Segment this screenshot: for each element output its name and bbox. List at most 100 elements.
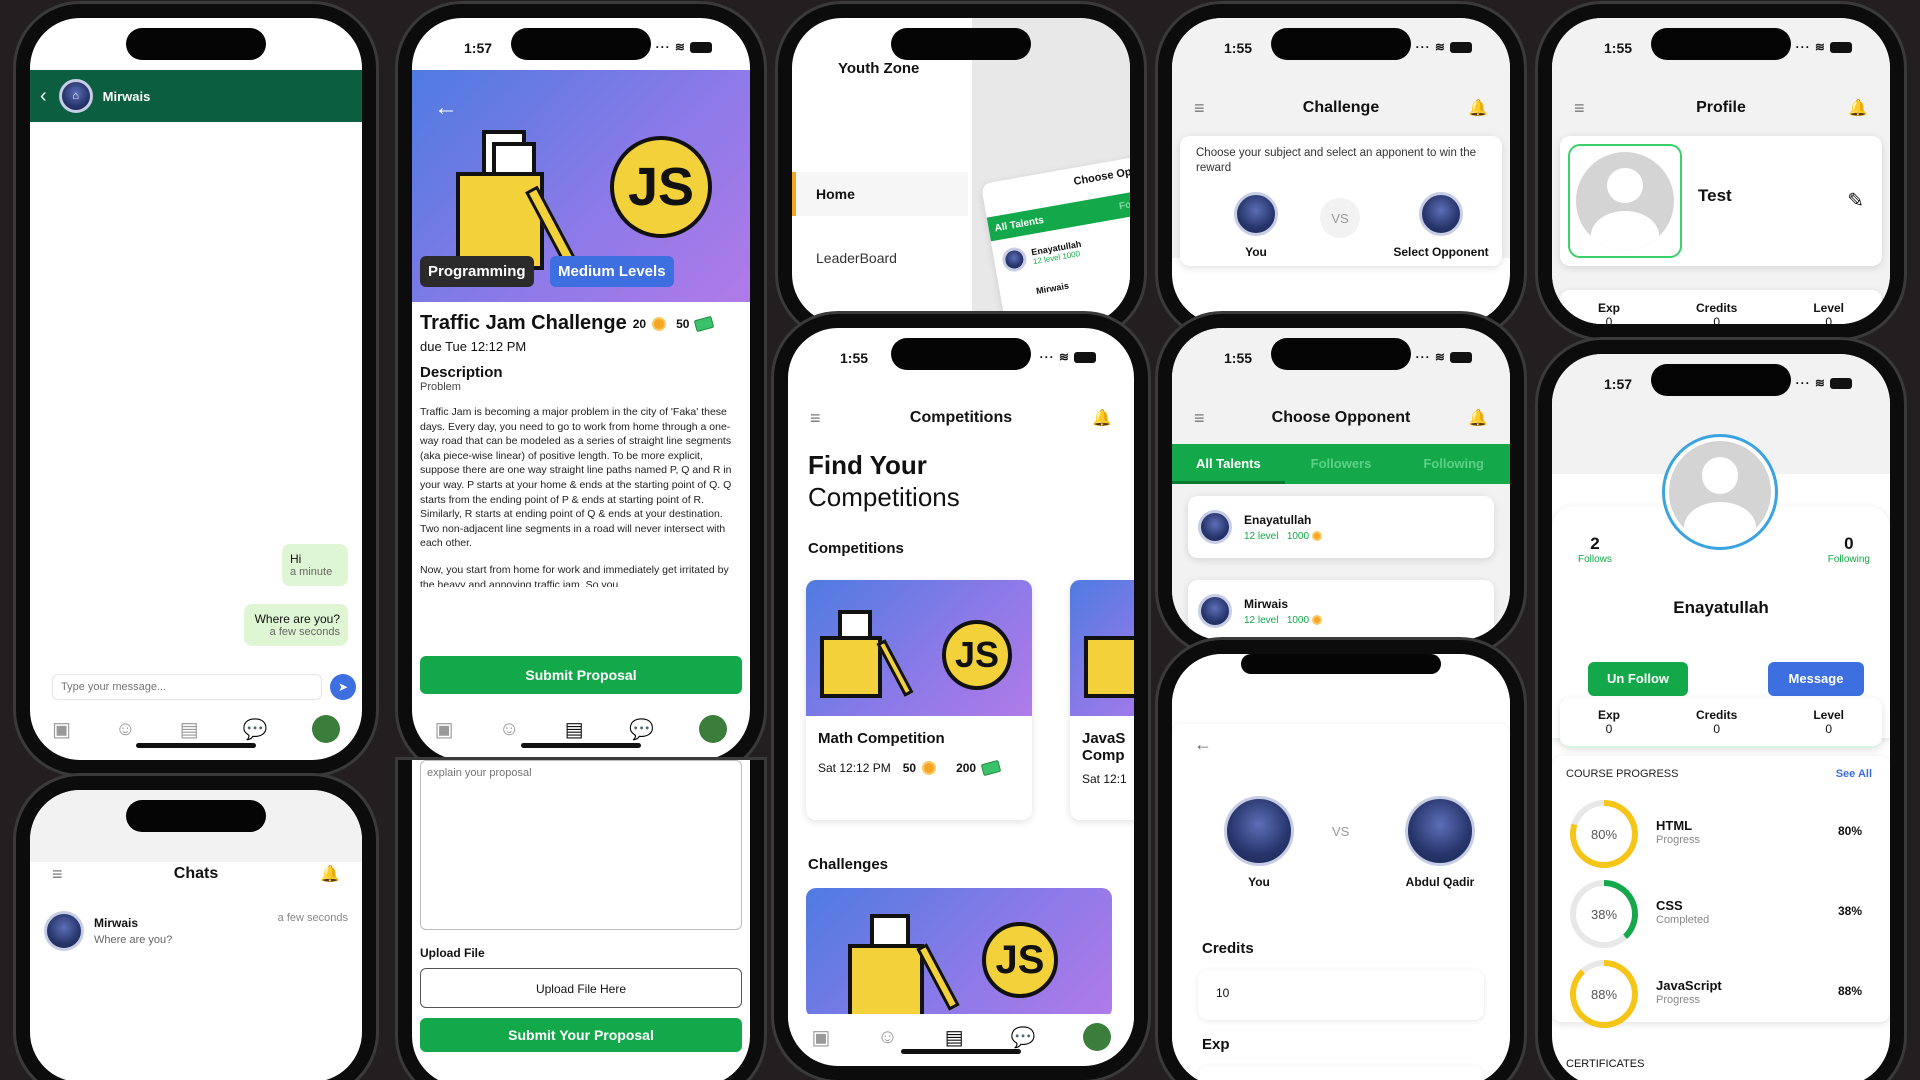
message-input[interactable] <box>52 674 322 700</box>
profile-picture <box>1576 152 1674 250</box>
follows-stat[interactable]: 2 Follows <box>1578 534 1612 565</box>
course-progress-card: COURSE PROGRESS See All 80% HTML Progress 8… <box>1552 756 1890 1028</box>
profile-tab-icon[interactable] <box>699 715 728 743</box>
menu-icon[interactable]: ≡ <box>1194 98 1205 119</box>
submit-your-proposal-button[interactable]: Submit Your Proposal <box>420 1018 742 1052</box>
tag-level: Medium Levels <box>550 256 674 287</box>
chat-tab-icon[interactable]: 💬 <box>629 717 654 742</box>
send-icon[interactable]: ➤ <box>330 674 356 700</box>
submit-proposal-button[interactable]: Submit Proposal <box>420 656 742 694</box>
proposal-textarea[interactable] <box>420 760 742 930</box>
bell-icon[interactable]: 🔔 <box>1468 98 1488 118</box>
home-indicator <box>136 743 256 748</box>
chat-tab-icon[interactable]: 💬 <box>1011 1025 1036 1050</box>
competitions-tab-icon[interactable]: ▣ <box>811 1025 830 1050</box>
following-count: 0 <box>1844 534 1854 553</box>
following-stat[interactable]: 0 Following <box>1828 534 1870 565</box>
course-row[interactable]: 38% CSS Completed 38% <box>1552 880 1890 954</box>
opponent-item[interactable]: Enayatullah 12 level 1000 <box>1188 496 1494 558</box>
credits-label: Credits <box>1695 301 1738 315</box>
phone-competitions: 1:55 ··· ≋ ≡ Competitions 🔔 Find Your Com… <box>774 314 1148 1080</box>
profile-picture <box>1669 441 1771 543</box>
page-title: Competitions <box>909 409 1013 426</box>
profile-tab-icon[interactable] <box>311 715 340 743</box>
unfollow-button[interactable]: Un Follow <box>1588 662 1688 696</box>
select-opponent[interactable]: Select Opponent <box>1376 192 1506 259</box>
exp-label: Exp <box>1597 301 1620 315</box>
back-arrow-icon[interactable]: ← <box>1194 734 1212 755</box>
cash-icon <box>980 759 1002 777</box>
tab-followers[interactable]: Followers <box>1285 444 1398 484</box>
competition-card[interactable]: JS Math Competition Sat 12:12 PM 50 200 <box>806 580 1032 820</box>
home-indicator <box>901 1049 1021 1054</box>
edit-icon[interactable]: ✎ <box>1847 188 1864 213</box>
menu-icon[interactable]: ≡ <box>1574 98 1585 119</box>
talents-tab-icon[interactable]: ☺ <box>499 718 519 741</box>
card-time: Sat 12:1 <box>1082 772 1127 786</box>
challenges-tab-icon[interactable]: ▤ <box>945 1025 964 1050</box>
coin-icon <box>922 761 937 775</box>
status-time: 1:55 <box>840 350 869 366</box>
competition-image: JS <box>806 580 1032 716</box>
avatar <box>1405 796 1475 866</box>
course-row[interactable]: 80% HTML Progress 80% <box>1552 800 1890 874</box>
level-value: 0 <box>1825 315 1832 329</box>
credits-input[interactable]: 10 <box>1198 970 1484 1020</box>
chat-list-item[interactable]: Mirwais Where are you? a few seconds <box>44 908 348 954</box>
profile-tab-icon[interactable] <box>1082 1023 1111 1051</box>
avatar <box>1198 594 1232 628</box>
bell-icon[interactable]: 🔔 <box>1848 98 1868 118</box>
status-time: 1:55 <box>1604 40 1633 56</box>
dynamic-island <box>891 28 1031 60</box>
exp-input[interactable]: 10 <box>1198 1066 1484 1080</box>
dynamic-island <box>126 800 266 832</box>
course-percent: 88% <box>1837 984 1862 998</box>
status-time: 1:55 <box>1224 40 1253 56</box>
exp-label: Exp <box>1597 708 1620 722</box>
menu-icon[interactable]: ≡ <box>810 408 821 429</box>
challenge-image[interactable]: JS <box>806 888 1112 1018</box>
tab-all-talents[interactable]: All Talents <box>1172 444 1285 484</box>
bell-icon[interactable]: 🔔 <box>1092 408 1112 428</box>
challenges-tab-icon[interactable]: ▤ <box>180 717 199 742</box>
drawer-item-label: Home <box>816 186 855 202</box>
back-arrow-icon[interactable]: ‹ <box>40 85 47 108</box>
follows-label: Follows <box>1578 554 1612 565</box>
header: ≡ Profile 🔔 <box>1552 82 1890 134</box>
header: ≡ Challenge 🔔 <box>1172 82 1510 134</box>
bell-icon[interactable]: 🔔 <box>320 864 340 884</box>
upload-file-button[interactable]: Upload File Here <box>420 968 742 1008</box>
page-title: Choose Opponent <box>1271 409 1411 426</box>
message-bubble: Hi a minute <box>282 544 348 586</box>
message-text: Hi <box>290 552 302 566</box>
back-arrow-icon[interactable]: ← <box>434 94 458 122</box>
section-title: COURSE PROGRESS <box>1566 768 1679 780</box>
menu-icon[interactable]: ≡ <box>1194 408 1205 429</box>
drawer-item-home[interactable]: Home <box>792 172 968 216</box>
competitions-tab-icon[interactable]: ▣ <box>435 717 454 742</box>
course-row[interactable]: 88% JavaScript Progress 88% <box>1552 960 1890 1034</box>
description-text: Now, you start from home for work and im… <box>420 563 729 587</box>
chat-tab-icon[interactable]: 💬 <box>243 717 268 742</box>
bell-icon[interactable]: 🔔 <box>1468 408 1488 428</box>
peek-tab: Follow <box>1118 195 1144 212</box>
drawer-item-leaderboard[interactable]: LeaderBoard <box>816 250 897 266</box>
competition-card[interactable]: JavaS Comp Sat 12:1 <box>1070 580 1134 820</box>
tab-following[interactable]: Following <box>1397 444 1510 484</box>
talents-tab-icon[interactable]: ☺ <box>115 718 135 741</box>
talents-tab-icon[interactable]: ☺ <box>877 1026 897 1049</box>
phone-versus: ← You VS Abdul Qadir Credits 10 Exp 10 <box>1158 640 1524 1080</box>
challenge-title: Traffic Jam Challenge <box>420 312 627 334</box>
competitions-tab-icon[interactable]: ▣ <box>52 717 71 742</box>
opponent-label: Abdul Qadir <box>1405 875 1475 889</box>
challenges-tab-icon[interactable]: ▤ <box>565 717 584 742</box>
certificates-title: CERTIFICATES <box>1566 1058 1645 1070</box>
message-button[interactable]: Message <box>1768 662 1864 696</box>
tabs: All Talents Followers Following <box>1172 444 1510 484</box>
course-status: Progress <box>1656 834 1701 846</box>
menu-icon[interactable]: ≡ <box>52 864 63 885</box>
see-all-link[interactable]: See All <box>1836 768 1872 780</box>
status-time: 1:55 <box>1224 350 1253 366</box>
opponent-item[interactable]: Mirwais 12 level 1000 <box>1188 580 1494 640</box>
phone-challenge: 1:55 ··· ≋ ≡ Challenge 🔔 Choose your subj… <box>1158 4 1524 338</box>
